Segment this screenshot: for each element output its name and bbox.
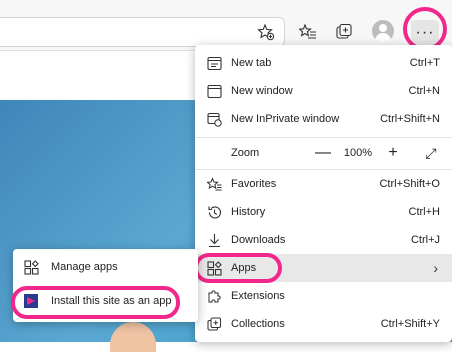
menu-item-new-inprivate-window[interactable]: New InPrivate window Ctrl+Shift+N: [195, 105, 452, 133]
menu-item-label: History: [231, 206, 266, 218]
menu-item-label: Extensions: [231, 290, 285, 302]
menu-item-downloads[interactable]: Downloads Ctrl+J: [195, 226, 452, 254]
chevron-right-icon: ›: [433, 260, 438, 276]
menu-item-label: Favorites: [231, 178, 277, 190]
zoom-level: 100%: [343, 147, 373, 159]
new-window-icon: [205, 82, 223, 100]
menu-item-favorites[interactable]: Favorites Ctrl+Shift+O: [195, 170, 452, 198]
history-icon: [205, 203, 223, 221]
menu-item-label: New InPrivate window: [231, 113, 340, 125]
extensions-icon: [205, 287, 223, 305]
collections-icon: [205, 315, 223, 333]
zoom-label: Zoom: [231, 147, 260, 159]
inprivate-icon: [205, 110, 223, 128]
menu-item-new-tab[interactable]: New tab Ctrl+T: [195, 49, 452, 77]
menu-item-shortcut: Ctrl+T: [409, 57, 440, 69]
menu-item-new-window[interactable]: New window Ctrl+N: [195, 77, 452, 105]
zoom-in-button[interactable]: +: [383, 144, 403, 162]
menu-item-extensions[interactable]: Extensions: [195, 282, 452, 310]
menu-item-label: New tab: [231, 57, 272, 69]
fullscreen-icon[interactable]: ⤢: [421, 145, 441, 162]
highlight-ring-apps: [194, 253, 282, 283]
profile-avatar-icon[interactable]: [372, 20, 394, 42]
submenu-item-manage-apps[interactable]: Manage apps: [13, 253, 198, 281]
favorite-star-add-icon[interactable]: [254, 20, 278, 44]
menu-item-collections[interactable]: Collections Ctrl+Shift+Y: [195, 310, 452, 338]
menu-item-shortcut: Ctrl+Shift+Y: [380, 318, 440, 330]
menu-item-shortcut: Ctrl+Shift+O: [379, 178, 440, 190]
address-bar[interactable]: [0, 17, 285, 47]
menu-item-shortcut: Ctrl+H: [408, 206, 440, 218]
submenu-item-label: Manage apps: [51, 261, 118, 273]
menu-item-shortcut: Ctrl+N: [408, 85, 440, 97]
favorites-icon: [205, 175, 223, 193]
menu-zoom-row: Zoom — 100% + ⤢: [195, 138, 452, 168]
new-tab-icon: [205, 54, 223, 72]
manage-apps-icon: [23, 259, 39, 275]
downloads-icon: [205, 231, 223, 249]
highlight-ring-install: [11, 286, 180, 319]
menu-item-label: Downloads: [231, 234, 286, 246]
menu-item-shortcut: Ctrl+J: [410, 234, 440, 246]
favorites-list-icon[interactable]: [296, 20, 320, 44]
menu-item-label: New window: [231, 85, 293, 97]
browser-toolbar: ···: [0, 0, 452, 50]
zoom-out-button[interactable]: —: [313, 144, 333, 162]
menu-item-history[interactable]: History Ctrl+H: [195, 198, 452, 226]
settings-menu: New tab Ctrl+T New window Ctrl+N New InP…: [195, 45, 452, 342]
menu-item-label: Collections: [231, 318, 285, 330]
collections-icon[interactable]: [332, 20, 356, 44]
menu-item-shortcut: Ctrl+Shift+N: [380, 113, 440, 125]
